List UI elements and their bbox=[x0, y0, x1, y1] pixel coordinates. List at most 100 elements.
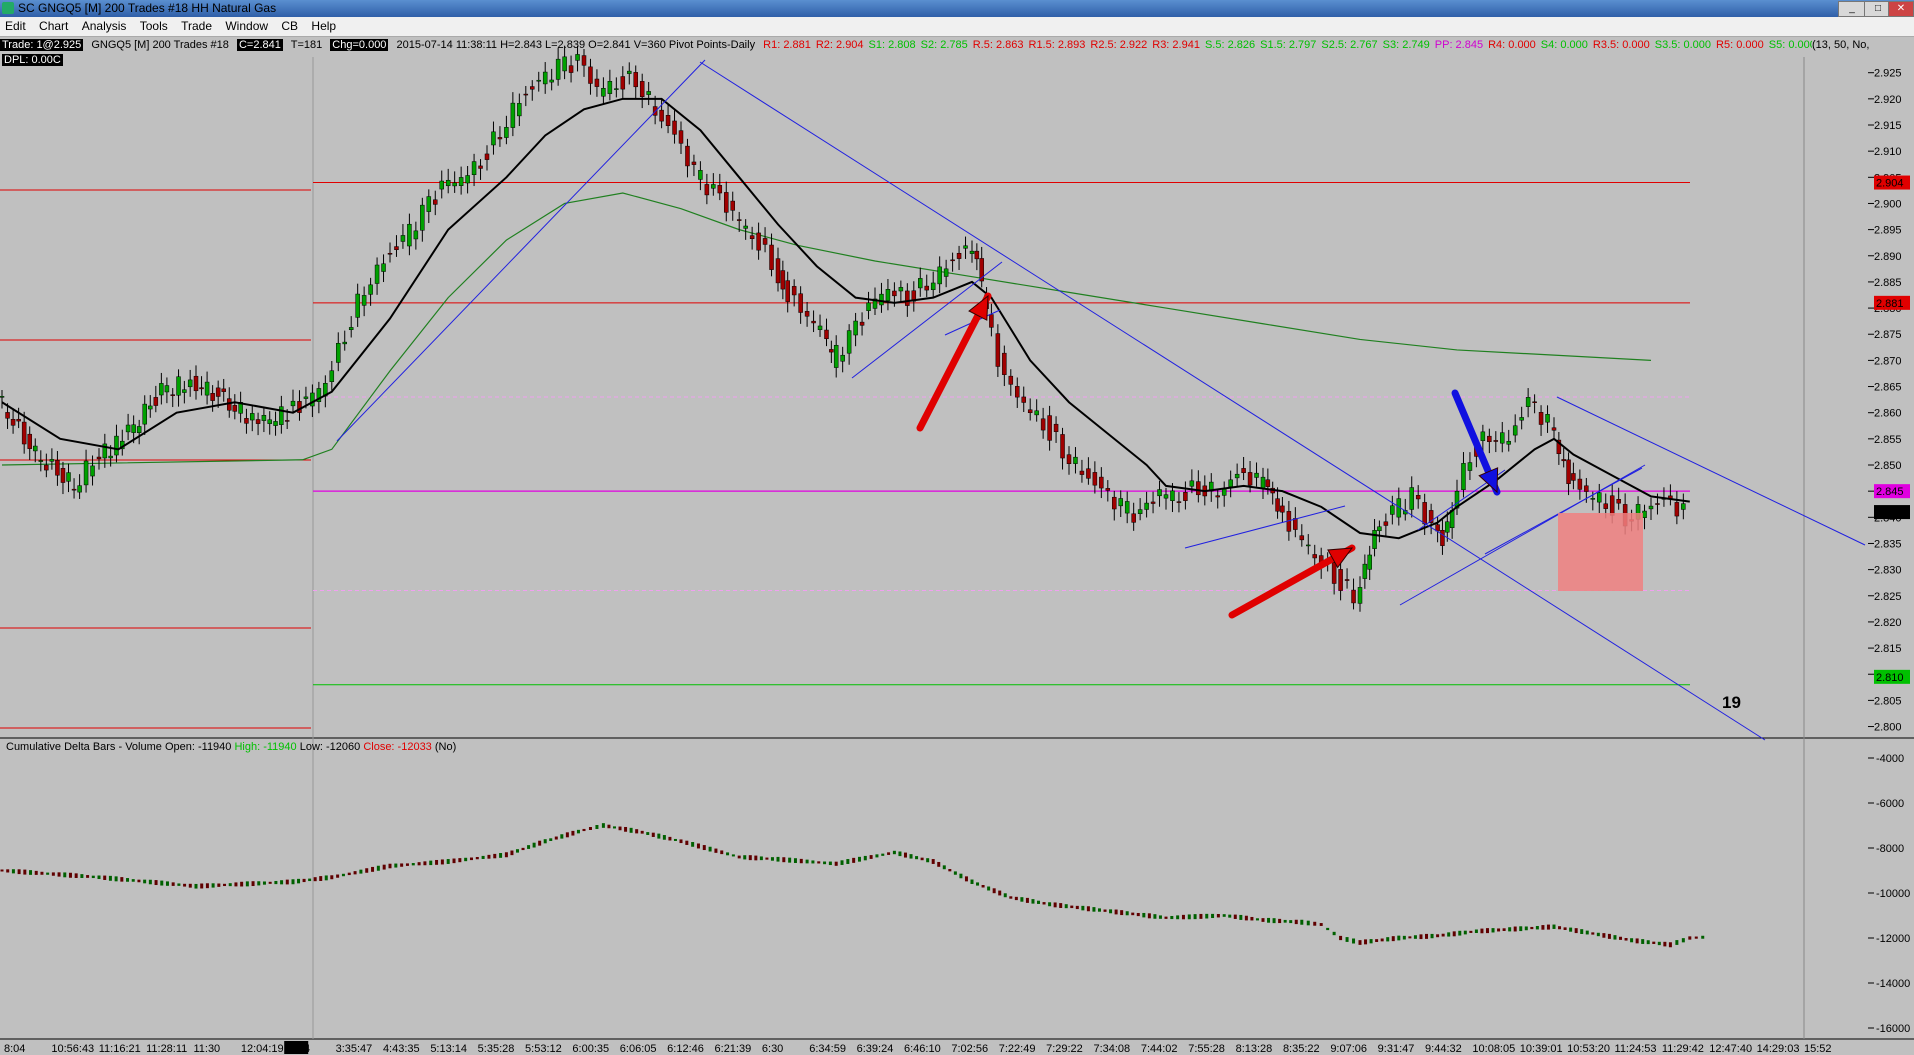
price-tick-label: 2.865 bbox=[1874, 382, 1902, 394]
delta-bar bbox=[11, 869, 15, 874]
candle-body bbox=[21, 421, 27, 445]
candle-body bbox=[1367, 554, 1372, 570]
delta-bar bbox=[981, 885, 985, 888]
delta-bar bbox=[1535, 925, 1539, 930]
delta-bar bbox=[1541, 925, 1545, 930]
delta-bar bbox=[1585, 930, 1589, 935]
delta-bar bbox=[1239, 914, 1243, 920]
delta-bar bbox=[297, 878, 301, 884]
candle-body bbox=[1648, 505, 1654, 510]
time-tick-label: 5:13:14 bbox=[430, 1043, 467, 1055]
delta-bar bbox=[1558, 926, 1562, 930]
delta-bar bbox=[1233, 914, 1237, 919]
candle-body bbox=[1377, 526, 1382, 532]
time-tick-label: 12:47:40 bbox=[1709, 1043, 1752, 1055]
candle-body bbox=[866, 302, 871, 311]
blue-arrow-head bbox=[1478, 467, 1499, 494]
chart-canvas[interactable]: 2.9252.9202.9152.9102.9052.9002.8952.890… bbox=[0, 0, 1914, 1055]
price-marker-label: 2.904 bbox=[1876, 178, 1904, 190]
candle-body bbox=[1461, 463, 1466, 490]
candle-body bbox=[204, 381, 210, 396]
delta-bar bbox=[926, 858, 930, 863]
candle-body bbox=[678, 130, 684, 144]
delta-bar bbox=[330, 875, 334, 880]
delta-bar bbox=[205, 883, 209, 889]
delta-bar bbox=[336, 874, 340, 878]
delta-bar bbox=[1663, 941, 1667, 947]
candle-body bbox=[791, 286, 797, 296]
candle-body bbox=[1445, 521, 1450, 533]
candle-body bbox=[445, 179, 451, 187]
delta-bar bbox=[126, 878, 130, 882]
price-tick-label: 2.920 bbox=[1874, 94, 1902, 106]
delta-bar bbox=[920, 857, 924, 861]
delta-bar bbox=[1003, 893, 1007, 898]
time-tick-label: 5:35:28 bbox=[478, 1043, 515, 1055]
delta-bar bbox=[998, 890, 1002, 896]
delta-bar bbox=[1386, 937, 1390, 942]
candle-body bbox=[646, 91, 651, 95]
delta-bar bbox=[1272, 918, 1276, 924]
price-marker-label: 2.881 bbox=[1876, 298, 1904, 310]
delta-bar bbox=[869, 855, 873, 859]
delta-bar bbox=[1641, 939, 1645, 944]
delta-bar bbox=[1485, 928, 1489, 934]
candle-body bbox=[0, 396, 5, 398]
candle-body bbox=[348, 327, 354, 330]
time-tick-label: 9:44:32 bbox=[1425, 1043, 1462, 1055]
delta-bar bbox=[302, 878, 306, 883]
delta-bar bbox=[1530, 926, 1534, 930]
delta-bar bbox=[34, 870, 38, 875]
delta-bar bbox=[313, 877, 317, 882]
delta-bar bbox=[510, 850, 514, 856]
delta-bar bbox=[103, 875, 107, 880]
delta-bar bbox=[1630, 938, 1634, 943]
delta-bar bbox=[165, 881, 169, 886]
delta-bar bbox=[1109, 909, 1113, 914]
trend-line bbox=[1184, 505, 1346, 549]
candle-body bbox=[394, 246, 399, 250]
candle-body bbox=[1532, 401, 1537, 403]
candle-body bbox=[995, 333, 1001, 367]
candle-body bbox=[215, 387, 221, 397]
candle-body bbox=[1112, 496, 1117, 510]
time-tick-label: 6:06:05 bbox=[620, 1043, 657, 1055]
delta-bars bbox=[0, 823, 1705, 948]
delta-bar bbox=[388, 863, 392, 869]
subpanel-high: High: -11940 bbox=[234, 741, 299, 753]
delta-bar bbox=[1502, 928, 1506, 931]
candle-body bbox=[918, 278, 923, 289]
candle-body bbox=[1306, 544, 1311, 547]
delta-bar bbox=[80, 874, 84, 878]
delta-bar bbox=[1158, 915, 1162, 919]
delta-bar bbox=[595, 825, 599, 829]
price-tick-label: 2.895 bbox=[1874, 225, 1902, 237]
delta-bar bbox=[251, 881, 255, 887]
delta-bar bbox=[1181, 914, 1185, 920]
delta-bar bbox=[411, 863, 415, 866]
candle-body bbox=[1566, 459, 1571, 484]
candle-body bbox=[885, 289, 891, 301]
delta-bar bbox=[937, 861, 941, 867]
candle-body bbox=[484, 153, 490, 160]
candle-body bbox=[497, 137, 503, 140]
delta-bar bbox=[1635, 938, 1639, 944]
delta-bar bbox=[319, 876, 323, 881]
delta-bar bbox=[1070, 905, 1074, 909]
delta-bar bbox=[285, 879, 289, 885]
delta-bar bbox=[549, 838, 553, 841]
delta-bar bbox=[1278, 918, 1282, 924]
delta-bar bbox=[1447, 932, 1451, 937]
candle-body bbox=[1118, 498, 1123, 507]
candle-body bbox=[1674, 502, 1680, 517]
candle-body bbox=[232, 405, 238, 412]
candle-body bbox=[581, 55, 587, 66]
delta-bar bbox=[423, 861, 427, 866]
candle-body bbox=[387, 252, 393, 255]
candle-body bbox=[83, 460, 89, 486]
time-tick-label: 7-14 bbox=[288, 1043, 310, 1055]
time-tick-label: 7:22:49 bbox=[999, 1043, 1036, 1055]
candle-body bbox=[182, 389, 187, 393]
delta-bar bbox=[887, 852, 891, 855]
delta-bar bbox=[1458, 930, 1462, 936]
